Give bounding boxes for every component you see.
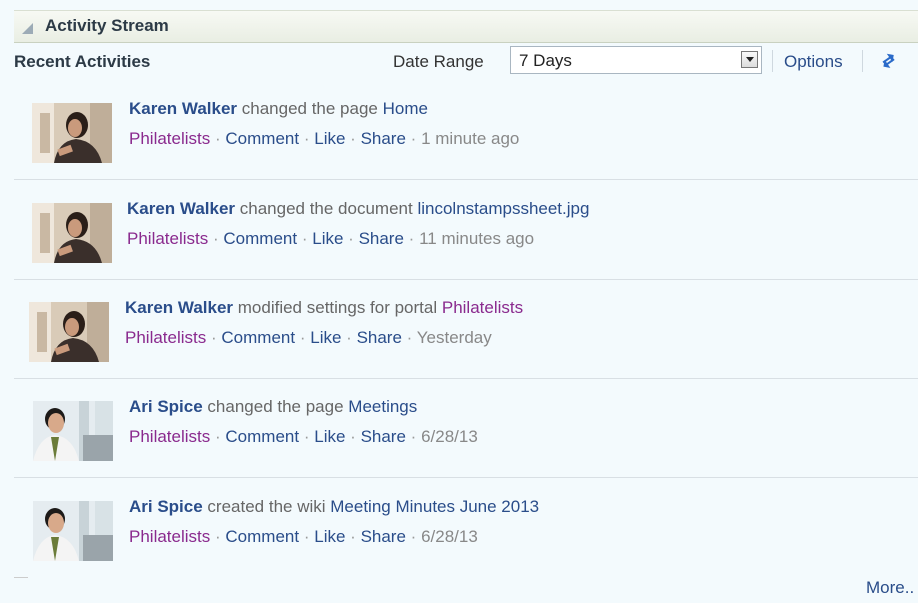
activity-summary: Karen Walker modified settings for porta…: [125, 298, 523, 318]
activity-item: Karen Walker changed the document lincol…: [14, 181, 918, 280]
like-link[interactable]: Like: [314, 527, 345, 546]
item-divider: [14, 179, 918, 180]
share-link[interactable]: Share: [361, 427, 406, 446]
activity-item: Ari Spice changed the page Meetings Phil…: [14, 379, 918, 478]
author-link[interactable]: Ari Spice: [129, 397, 203, 416]
activity-actions: Philatelists · Comment · Like · Share · …: [125, 328, 492, 347]
activity-summary: Ari Spice created the wiki Meeting Minut…: [129, 497, 539, 517]
activity-item: Karen Walker changed the page Home Phila…: [14, 81, 918, 180]
user-photo-icon: [33, 501, 113, 561]
user-photo-icon: [32, 103, 112, 163]
author-link[interactable]: Ari Spice: [129, 497, 203, 516]
activity-target-link[interactable]: Home: [383, 99, 428, 118]
comment-link[interactable]: Comment: [225, 527, 299, 546]
author-link[interactable]: Karen Walker: [127, 199, 235, 218]
share-link[interactable]: Share: [357, 328, 402, 347]
portal-link[interactable]: Philatelists: [129, 427, 210, 446]
activity-actions: Philatelists · Comment · Like · Share · …: [129, 427, 478, 446]
activity-verb: created the wiki: [202, 497, 331, 516]
activity-summary: Karen Walker changed the page Home: [129, 99, 428, 119]
more-link[interactable]: More..: [866, 578, 914, 598]
avatar[interactable]: [32, 103, 112, 163]
avatar[interactable]: [33, 501, 113, 561]
comment-link[interactable]: Comment: [221, 328, 295, 347]
activity-summary: Ari Spice changed the page Meetings: [129, 397, 417, 417]
activity-actions: Philatelists · Comment · Like · Share · …: [129, 527, 478, 546]
activity-summary: Karen Walker changed the document lincol…: [127, 199, 589, 219]
share-link[interactable]: Share: [361, 527, 406, 546]
toolbar: Recent Activities Date Range 7 Days Opti…: [0, 46, 918, 82]
portal-link[interactable]: Philatelists: [125, 328, 206, 347]
avatar[interactable]: [32, 203, 112, 263]
refresh-icon[interactable]: [878, 49, 898, 76]
collapse-triangle-icon[interactable]: [22, 23, 33, 34]
activity-verb: changed the page: [237, 99, 383, 118]
activity-target-link[interactable]: Philatelists: [442, 298, 523, 317]
options-link[interactable]: Options: [784, 52, 843, 72]
like-link[interactable]: Like: [310, 328, 341, 347]
avatar[interactable]: [29, 302, 109, 362]
user-photo-icon: [33, 401, 113, 461]
portal-link[interactable]: Philatelists: [127, 229, 208, 248]
activity-timestamp: 6/28/13: [421, 427, 478, 446]
share-link[interactable]: Share: [361, 129, 406, 148]
activity-stream-panel: Activity Stream Recent Activities Date R…: [0, 0, 918, 603]
avatar[interactable]: [33, 401, 113, 461]
activity-verb: modified settings for portal: [233, 298, 442, 317]
author-link[interactable]: Karen Walker: [125, 298, 233, 317]
date-range-value: 7 Days: [519, 51, 572, 70]
activity-timestamp: Yesterday: [416, 328, 492, 347]
activity-timestamp: 1 minute ago: [421, 129, 520, 148]
user-photo-icon: [32, 203, 112, 263]
like-link[interactable]: Like: [314, 427, 345, 446]
activity-target-link[interactable]: lincolnstampssheet.jpg: [417, 199, 589, 218]
list-end-divider: [14, 577, 28, 578]
activity-target-link[interactable]: Meeting Minutes June 2013: [330, 497, 539, 516]
panel-header: Activity Stream: [14, 10, 918, 43]
comment-link[interactable]: Comment: [225, 129, 299, 148]
activity-item: Karen Walker modified settings for porta…: [14, 280, 918, 379]
comment-link[interactable]: Comment: [223, 229, 297, 248]
activity-verb: changed the document: [235, 199, 418, 218]
user-photo-icon: [29, 302, 109, 362]
date-range-select[interactable]: 7 Days: [510, 46, 762, 74]
activity-item: Ari Spice created the wiki Meeting Minut…: [14, 479, 918, 578]
toolbar-divider: [772, 50, 773, 72]
date-range-label: Date Range: [393, 52, 484, 71]
activity-actions: Philatelists · Comment · Like · Share · …: [127, 229, 535, 248]
portal-link[interactable]: Philatelists: [129, 527, 210, 546]
author-link[interactable]: Karen Walker: [129, 99, 237, 118]
recent-activities-heading: Recent Activities: [14, 52, 151, 71]
activity-verb: changed the page: [202, 397, 349, 416]
panel-title: Activity Stream: [45, 16, 169, 35]
chevron-down-icon[interactable]: [741, 51, 758, 68]
portal-link[interactable]: Philatelists: [129, 129, 210, 148]
item-divider: [14, 477, 918, 478]
like-link[interactable]: Like: [314, 129, 345, 148]
share-link[interactable]: Share: [359, 229, 404, 248]
like-link[interactable]: Like: [312, 229, 343, 248]
activity-timestamp: 11 minutes ago: [419, 229, 535, 248]
comment-link[interactable]: Comment: [225, 427, 299, 446]
toolbar-divider: [862, 50, 863, 72]
activity-target-link[interactable]: Meetings: [348, 397, 417, 416]
activity-actions: Philatelists · Comment · Like · Share · …: [129, 129, 520, 148]
activity-timestamp: 6/28/13: [421, 527, 478, 546]
